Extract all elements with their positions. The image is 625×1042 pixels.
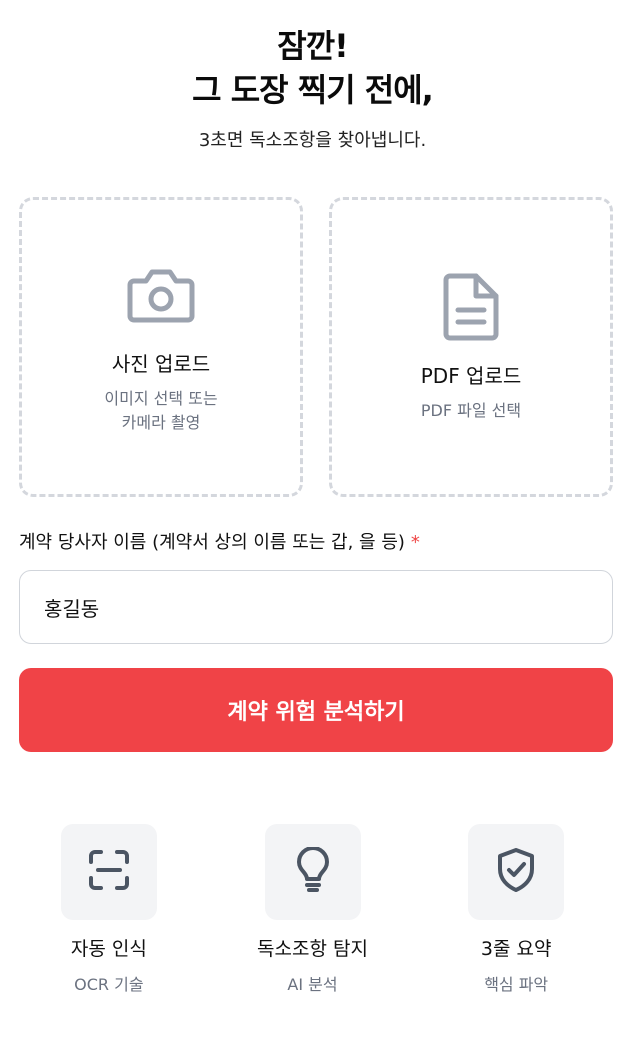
- feature-title: 3줄 요약: [480, 938, 552, 960]
- feature-subtitle: AI 분석: [287, 975, 338, 994]
- lightbulb-icon: [296, 846, 330, 897]
- party-name-input[interactable]: [19, 570, 613, 644]
- feature-title: 독소조항 탐지: [257, 938, 368, 960]
- pdf-upload-card[interactable]: PDF 업로드 PDF 파일 선택: [329, 197, 613, 497]
- feature-title: 자동 인식: [70, 938, 147, 960]
- hero-title-line2: 그 도장 찍기 전에,: [192, 71, 434, 109]
- photo-upload-description: 이미지 선택 또는 카메라 촬영: [104, 388, 218, 432]
- feature-item-detection: 독소조항 탐지 AI 분석: [211, 824, 415, 995]
- hero-title-line1: 잠깐!: [277, 27, 348, 65]
- scan-icon: [88, 849, 130, 895]
- feature-item-ocr: 자동 인식 OCR 기술: [7, 824, 211, 995]
- camera-icon: [126, 260, 196, 330]
- feature-icon-box: [264, 824, 361, 920]
- feature-subtitle: 핵심 파악: [484, 975, 549, 994]
- feature-subtitle: OCR 기술: [74, 975, 144, 994]
- feature-icon-box: [468, 824, 565, 920]
- photo-upload-title: 사진 업로드: [111, 351, 211, 376]
- feature-item-summary: 3줄 요약 핵심 파악: [414, 824, 618, 995]
- party-name-label: 계약 당사자 이름 (계약서 상의 이름 또는 갑, 을 등) *: [19, 528, 420, 554]
- pdf-upload-title: PDF 업로드: [420, 363, 522, 388]
- page: 잠깐! 그 도장 찍기 전에, 3초면 독소조항을 찾아냅니다. 사진 업로드 …: [0, 0, 625, 1042]
- upload-options: 사진 업로드 이미지 선택 또는 카메라 촬영 PDF 업로드 PDF 파일 선…: [19, 197, 613, 497]
- party-name-label-text: 계약 당사자 이름 (계약서 상의 이름 또는 갑, 을 등): [19, 532, 405, 553]
- pdf-upload-description: PDF 파일 선택: [420, 400, 522, 420]
- shield-check-icon: [496, 847, 536, 897]
- photo-upload-card[interactable]: 사진 업로드 이미지 선택 또는 카메라 촬영: [19, 197, 303, 497]
- required-mark: *: [410, 532, 420, 553]
- analyze-contract-button[interactable]: 계약 위험 분석하기: [19, 668, 613, 752]
- feature-icon-box: [60, 824, 157, 920]
- hero-subtitle: 3초면 독소조항을 찾아냅니다.: [198, 130, 427, 151]
- document-icon: [436, 272, 506, 342]
- hero-title: 잠깐! 그 도장 찍기 전에,: [0, 24, 625, 112]
- hero: 잠깐! 그 도장 찍기 전에, 3초면 독소조항을 찾아냅니다.: [0, 0, 625, 152]
- feature-list: 자동 인식 OCR 기술 독소조항 탐지 AI 분석 3줄 요약 핵심 파악: [0, 824, 625, 995]
